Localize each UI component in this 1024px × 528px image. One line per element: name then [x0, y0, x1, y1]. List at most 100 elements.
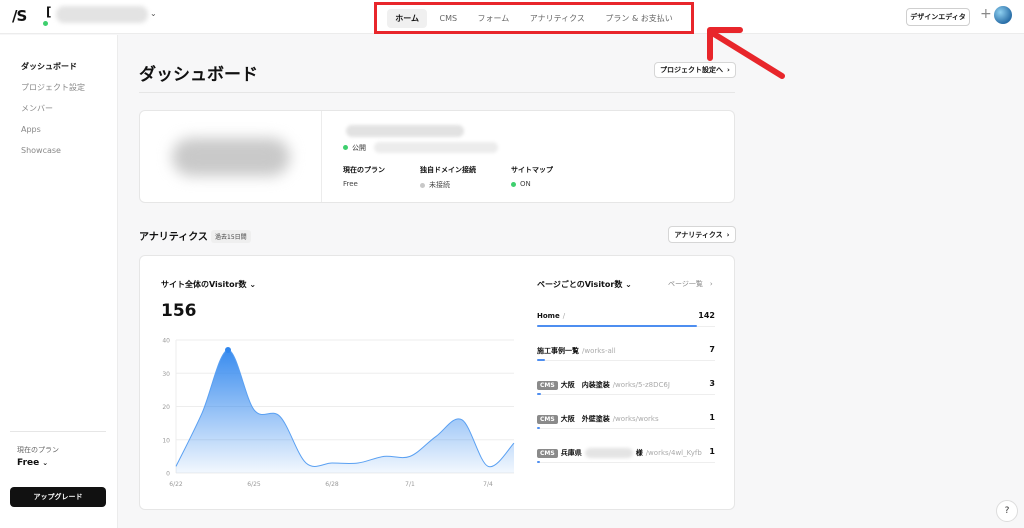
- page-row-label: CMS 大阪 外壁塗装/works/works: [537, 414, 659, 424]
- cms-tag: CMS: [537, 448, 558, 458]
- cms-tag: CMS: [537, 414, 558, 424]
- info-label-sitemap: サイトマップ: [511, 166, 553, 174]
- page-path: /: [562, 312, 566, 320]
- page-path: /works-all: [582, 347, 616, 355]
- chevron-down-icon: ⌄: [249, 280, 257, 289]
- sidebar-item-members[interactable]: メンバー: [21, 103, 53, 114]
- page-bar-fill: [537, 359, 545, 361]
- page-path: /works/5-z8DC6J: [612, 381, 670, 389]
- info-value-plan-text: Free: [343, 180, 358, 188]
- page-bar-track: [537, 462, 715, 463]
- tab-analytics[interactable]: アナリティクス: [522, 9, 593, 28]
- tab-form[interactable]: フォーム: [470, 9, 518, 28]
- chart-highlight-point[interactable]: [225, 346, 231, 353]
- current-plan-select[interactable]: Free ⌄: [17, 458, 48, 468]
- y-tick-label: 30: [162, 371, 170, 378]
- chevron-down-icon[interactable]: ⌄: [150, 9, 157, 18]
- project-settings-button-label: プロジェクト設定へ: [660, 66, 724, 74]
- page-bar-fill: [537, 325, 697, 327]
- page-bar-track: [537, 428, 715, 429]
- x-tick-label: 7/1: [405, 481, 415, 488]
- y-tick-label: 40: [162, 338, 170, 345]
- page-path: /works/works: [612, 415, 659, 423]
- x-tick-label: 6/22: [169, 481, 183, 488]
- x-tick-label: 6/28: [325, 481, 339, 488]
- sidebar-divider: [10, 431, 106, 432]
- tab-cms[interactable]: CMS: [431, 10, 465, 27]
- project-name[interactable]: [: [46, 5, 51, 19]
- current-plan-label: 現在のプラン: [17, 446, 59, 454]
- site-thumbnail[interactable]: [172, 138, 290, 176]
- info-value-plan: Free: [343, 180, 358, 188]
- project-name-redacted[interactable]: [56, 6, 148, 23]
- plus-icon[interactable]: +: [980, 6, 992, 22]
- info-label-domain: 独自ドメイン接続: [420, 166, 476, 174]
- page-count: 1: [709, 447, 715, 456]
- page-list-link[interactable]: ページ一覧 ›: [668, 279, 713, 289]
- tab-plan-billing[interactable]: プラン & お支払い: [597, 9, 680, 28]
- sidebar-item-project-settings[interactable]: プロジェクト設定: [21, 82, 85, 93]
- analytics-button-label: アナリティクス: [674, 230, 723, 239]
- studio-logo[interactable]: /S: [12, 7, 27, 25]
- info-value-domain: 未接続: [420, 180, 450, 190]
- page-row-label: CMS 大阪 内装塗装/works/5-z8DC6J: [537, 380, 670, 390]
- page-name-suffix: 様: [635, 449, 643, 457]
- name-redacted: [584, 448, 633, 458]
- page-visitors-dropdown[interactable]: ページごとのVisitor数 ⌄: [537, 279, 632, 290]
- page-bar-track: [537, 360, 715, 361]
- page-count: 7: [709, 345, 715, 354]
- design-editor-button[interactable]: デザインエディタ: [906, 8, 970, 26]
- domain-status-dot: [420, 182, 425, 188]
- project-status-dot: [43, 21, 48, 26]
- page-name: 大阪 外壁塗装: [560, 415, 610, 423]
- avatar[interactable]: [994, 6, 1012, 24]
- tab-home[interactable]: ホーム: [387, 8, 427, 28]
- sidebar-item-showcase[interactable]: Showcase: [21, 146, 61, 155]
- card-divider: [321, 111, 322, 202]
- sidebar-item-apps[interactable]: Apps: [21, 125, 41, 134]
- site-visitors-total: 156: [161, 301, 197, 321]
- published-status-dot: [343, 145, 348, 150]
- upgrade-button[interactable]: アップグレード: [10, 487, 106, 507]
- page-count: 142: [698, 311, 715, 320]
- project-settings-button[interactable]: プロジェクト設定へ ›: [654, 62, 736, 78]
- site-visitors-dropdown[interactable]: サイト全体のVisitor数 ⌄: [161, 279, 256, 290]
- title-divider: [139, 92, 735, 93]
- page-bar-fill: [537, 393, 541, 395]
- chevron-right-icon: ›: [709, 280, 713, 288]
- page-title: ダッシュボード: [139, 65, 258, 85]
- page-name: 施工事例一覧: [537, 347, 579, 355]
- site-visitors-title: サイト全体のVisitor数: [161, 280, 247, 289]
- sidebar-item-dashboard[interactable]: ダッシュボード: [21, 61, 77, 72]
- page-bar-fill: [537, 427, 540, 429]
- chart-area: [176, 349, 514, 473]
- chevron-right-icon: ›: [727, 66, 730, 74]
- visitors-area-chart[interactable]: 0 10 20 30 40 6/22 6/25 6/28 7/1 7/4: [157, 330, 517, 490]
- y-tick-label: 0: [166, 471, 170, 478]
- cms-tag: CMS: [537, 380, 558, 390]
- y-tick-label: 20: [162, 404, 170, 411]
- page-visitors-title: ページごとのVisitor数: [537, 280, 623, 289]
- info-value-sitemap: ON: [511, 180, 531, 188]
- page-count: 1: [709, 413, 715, 422]
- info-value-sitemap-text: ON: [520, 180, 531, 188]
- page-row-label: Home /: [537, 312, 565, 320]
- page-row-label: 施工事例一覧/works-all: [537, 346, 616, 356]
- chevron-right-icon: ›: [726, 230, 730, 239]
- site-url-redacted[interactable]: [374, 142, 498, 153]
- x-tick-label: 7/4: [483, 481, 493, 488]
- main-nav: ホーム CMS フォーム アナリティクス プラン & お支払い: [374, 2, 694, 34]
- info-label-plan: 現在のプラン: [343, 166, 385, 174]
- page-bar-fill: [537, 461, 540, 463]
- page-path: /works/4wl_Kyfb: [645, 449, 702, 457]
- page-name: 大阪 内装塗装: [560, 381, 610, 389]
- chevron-down-icon: ⌄: [42, 459, 49, 467]
- analytics-section-title: アナリティクス: [139, 232, 208, 243]
- page-count: 3: [709, 379, 715, 388]
- page-bar-track: [537, 394, 715, 395]
- info-value-domain-text: 未接続: [429, 181, 450, 189]
- sidebar: ダッシュボード プロジェクト設定 メンバー Apps Showcase 現在のプ…: [0, 35, 118, 528]
- help-button[interactable]: ?: [996, 500, 1018, 522]
- period-badge: 過去15日間: [211, 230, 251, 243]
- analytics-button[interactable]: アナリティクス ›: [668, 226, 736, 243]
